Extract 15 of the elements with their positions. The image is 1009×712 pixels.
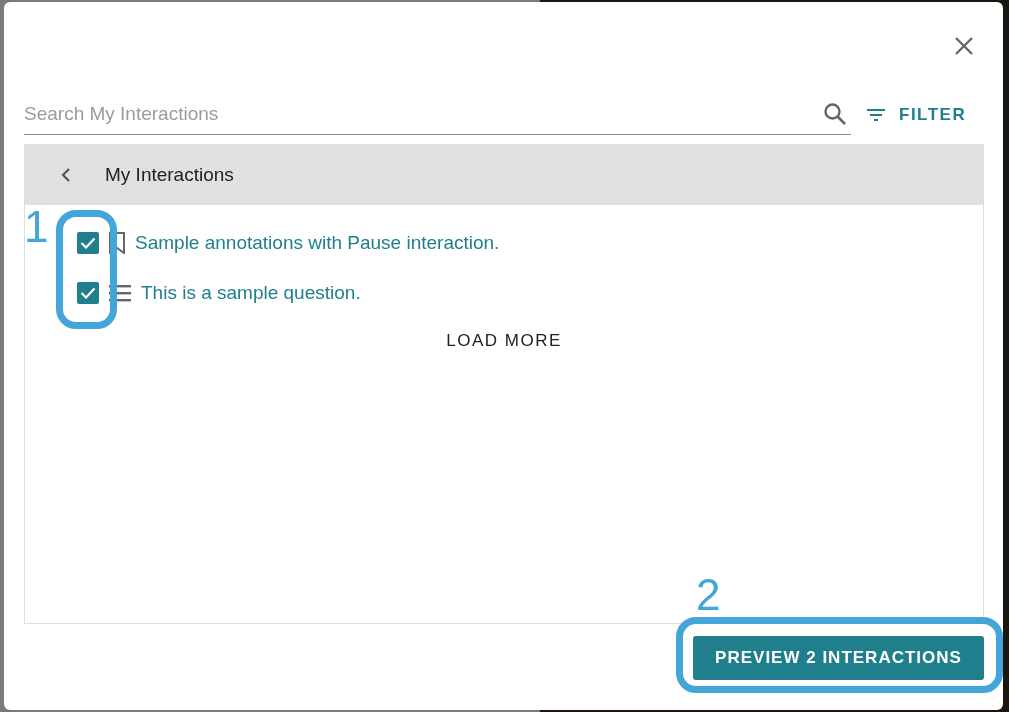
interaction-link[interactable]: This is a sample question. — [141, 282, 361, 304]
back-icon[interactable] — [61, 166, 71, 183]
search-icon[interactable] — [823, 102, 847, 126]
interaction-link[interactable]: Sample annotations with Pause interaction. — [135, 232, 500, 254]
load-more-button[interactable]: LOAD MORE — [438, 327, 570, 355]
filter-button[interactable]: FILTER — [867, 104, 967, 125]
checkbox[interactable] — [77, 232, 99, 254]
filter-icon — [867, 107, 885, 122]
panel-title: My Interactions — [105, 163, 234, 186]
preview-button[interactable]: PREVIEW 2 INTERACTIONS — [693, 636, 984, 680]
callout-number: 2 — [696, 573, 721, 617]
list-icon — [109, 284, 131, 302]
checkbox[interactable] — [77, 282, 99, 304]
callout-number: 1 — [24, 205, 49, 249]
bookmark-icon — [109, 232, 125, 254]
